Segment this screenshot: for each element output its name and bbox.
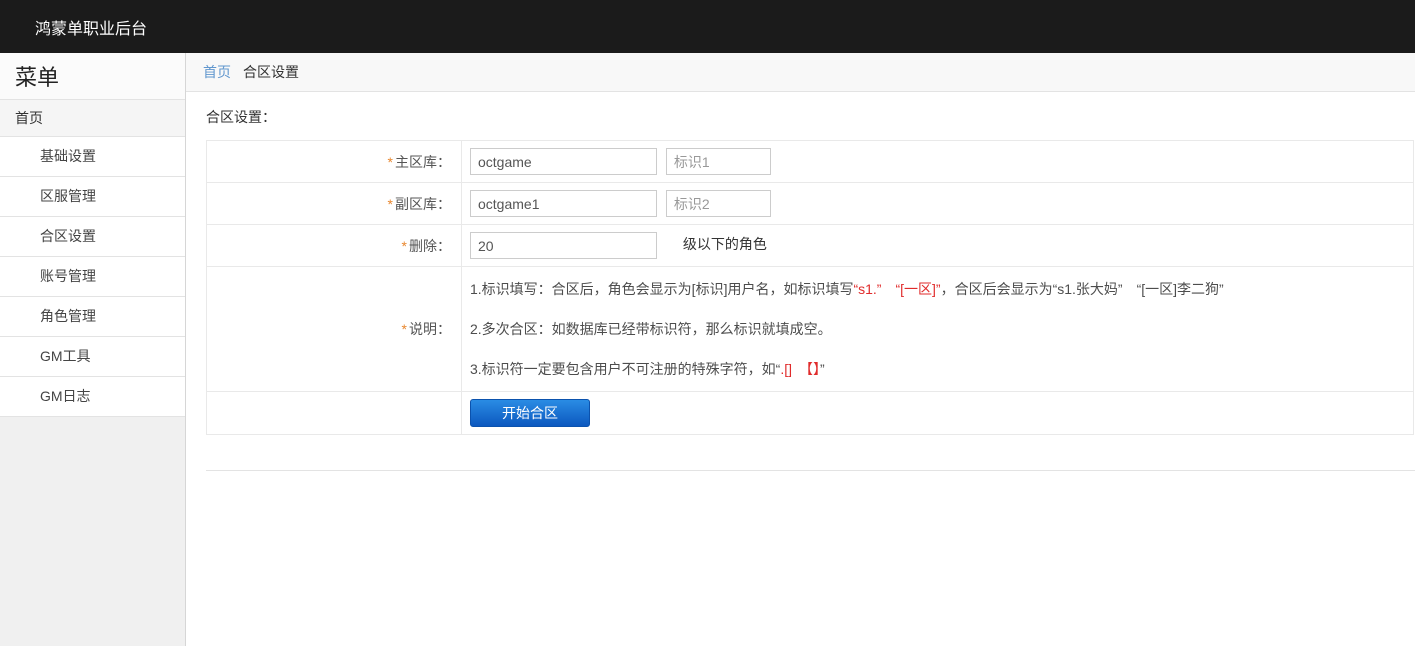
required-mark: *	[402, 321, 407, 337]
table-row-sub-db: *副区库：	[207, 183, 1414, 225]
sidebar: 菜单 首页 基础设置 区服管理 合区设置 账号管理 角色管理 GM工具 GM日志	[0, 53, 186, 646]
sidebar-item-home[interactable]: 首页	[0, 100, 185, 137]
section-divider	[206, 470, 1415, 471]
sidebar-item-server-management[interactable]: 区服管理	[0, 177, 185, 217]
note-line-2: 2.多次合区：如数据库已经带标识符，那么标识就填成空。	[470, 309, 1413, 349]
sub-db-input[interactable]	[470, 190, 657, 217]
table-row-submit: 开始合区	[207, 392, 1414, 435]
delete-level-suffix: 级以下的角色	[683, 236, 767, 252]
sidebar-item-gm-tools[interactable]: GM工具	[0, 337, 185, 377]
required-mark: *	[388, 196, 393, 212]
topbar: 鸿蒙单职业后台	[0, 0, 1415, 53]
required-mark: *	[388, 154, 393, 170]
sidebar-item-merge-settings[interactable]: 合区设置	[0, 217, 185, 257]
required-mark: *	[402, 238, 407, 254]
breadcrumb: 首页 合区设置	[186, 53, 1415, 92]
start-merge-button[interactable]: 开始合区	[470, 399, 590, 427]
app-title: 鸿蒙单职业后台	[35, 15, 147, 39]
content-area: 合区设置： *主区库： *副区库：	[186, 92, 1415, 471]
breadcrumb-current: 合区设置	[243, 62, 299, 82]
form-title: 合区设置：	[206, 107, 1415, 127]
breadcrumb-home-link[interactable]: 首页	[203, 62, 231, 82]
sidebar-item-account-management[interactable]: 账号管理	[0, 257, 185, 297]
merge-settings-form: *主区库： *副区库：	[206, 140, 1414, 435]
main-db-input[interactable]	[470, 148, 657, 175]
sidebar-menu-header: 菜单	[0, 53, 185, 100]
sub-db-label: 副区库：	[395, 196, 451, 212]
note-line-1: 1.标识填写：合区后，角色会显示为[标识]用户名，如标识填写“s1.” “[一区…	[470, 269, 1413, 309]
notes-label: 说明：	[409, 321, 451, 337]
main-db-tag-input[interactable]	[666, 148, 771, 175]
main-panel: 首页 合区设置 合区设置： *主区库： *副区库：	[186, 53, 1415, 646]
delete-level-input[interactable]	[470, 232, 657, 259]
main-layout: 菜单 首页 基础设置 区服管理 合区设置 账号管理 角色管理 GM工具 GM日志…	[0, 53, 1415, 646]
main-db-label: 主区库：	[395, 154, 451, 170]
table-row-main-db: *主区库：	[207, 141, 1414, 183]
table-row-notes: *说明： 1.标识填写：合区后，角色会显示为[标识]用户名，如标识填写“s1.”…	[207, 267, 1414, 392]
sidebar-filler	[0, 417, 185, 646]
sidebar-item-basic-settings[interactable]: 基础设置	[0, 137, 185, 177]
sidebar-item-role-management[interactable]: 角色管理	[0, 297, 185, 337]
note-line-3: 3.标识符一定要包含用户不可注册的特殊字符，如“.[] 【】”	[470, 349, 1413, 389]
table-row-delete-level: *删除： 级以下的角色	[207, 225, 1414, 267]
sub-db-tag-input[interactable]	[666, 190, 771, 217]
delete-label: 删除：	[409, 238, 451, 254]
sidebar-item-gm-logs[interactable]: GM日志	[0, 377, 185, 417]
